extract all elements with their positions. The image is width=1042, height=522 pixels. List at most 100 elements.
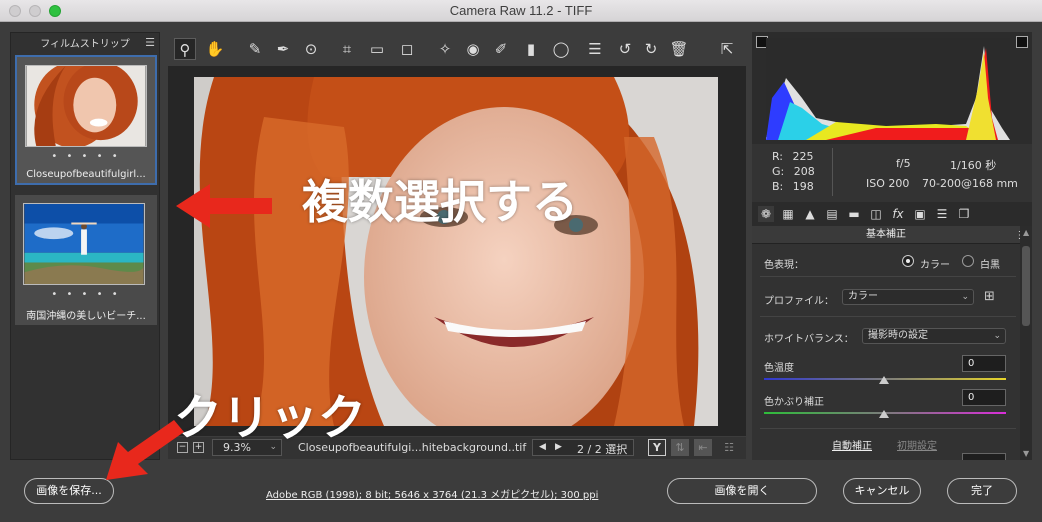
histogram [752, 32, 1032, 144]
chevron-down-icon: ⌄ [961, 292, 969, 302]
selection-count: 2 / 2 選択 [577, 443, 628, 456]
profile-browser-icon[interactable]: ⊞ [984, 288, 1002, 306]
tab-basic-icon[interactable]: ❁ [758, 206, 774, 222]
filmstrip-menu-icon[interactable]: ☰ [145, 36, 155, 49]
delete-icon[interactable]: 🗑 [668, 38, 690, 60]
auto-link[interactable]: 自動補正 [832, 437, 872, 452]
tab-split-toning-icon[interactable]: ▬ [846, 206, 862, 222]
highlight-clipping-toggle[interactable] [1016, 36, 1028, 48]
hand-tool-icon[interactable]: ✋ [204, 38, 226, 60]
radial-filter-icon[interactable]: ◯ [550, 38, 572, 60]
preview-photo [194, 77, 718, 426]
swap-settings-icon[interactable]: ⇅ [671, 439, 689, 456]
tab-lens-icon[interactable]: ◫ [868, 206, 884, 222]
temperature-slider-knob[interactable] [879, 376, 889, 384]
filmstrip-header: フィルムストリップ ☰ [11, 33, 159, 51]
tab-detail-icon[interactable]: ▲ [802, 206, 818, 222]
filmstrip-item-portrait[interactable]: • • • • • Closeupofbeautifulgirl... [15, 55, 157, 185]
scrollbar-thumb[interactable] [1022, 246, 1030, 326]
divider [760, 428, 1016, 429]
done-button[interactable]: 完了 [947, 478, 1017, 504]
crop-tool-icon[interactable]: ⌗ [336, 38, 358, 60]
adjustment-brush-icon[interactable]: ✐ [490, 38, 512, 60]
adjustments-panel: R: 225 G: 208 B: 198 f/5 1/160 秒 ISO 200… [752, 32, 1032, 460]
default-link[interactable]: 初期設定 [897, 437, 937, 452]
graduated-filter-icon[interactable]: ▮ [520, 38, 542, 60]
rotate-right-icon[interactable]: ↻ [640, 38, 662, 60]
spot-removal-icon[interactable]: ✧ [434, 38, 456, 60]
info-divider [832, 148, 833, 196]
panel-scrollbar[interactable]: ▲ ▼ [1020, 226, 1032, 460]
filmstrip-item-name: Closeupofbeautifulgirl... [26, 169, 146, 180]
white-balance-tool-icon[interactable]: ✎ [244, 38, 266, 60]
tab-hsl-icon[interactable]: ▤ [824, 206, 840, 222]
tab-presets-icon[interactable]: ☰ [934, 206, 950, 222]
preview-settings-icon[interactable]: ☷ [720, 439, 738, 456]
profile-dropdown[interactable]: カラー ⌄ [842, 289, 974, 305]
white-balance-label: ホワイトバランス： [764, 334, 854, 345]
bw-radio[interactable] [962, 255, 974, 267]
tab-tone-curve-icon[interactable]: ▦ [780, 206, 796, 222]
panel-title: 基本補正 [752, 226, 1020, 244]
b-label: B: [772, 180, 784, 193]
filmstrip-item-name: 南国沖縄の美しいビーチ... [26, 311, 146, 322]
filmstrip-title: フィルムストリップ [40, 38, 130, 50]
divider [760, 276, 1016, 277]
histogram-graph [766, 38, 1010, 140]
rating-dots[interactable]: • • • • • [17, 151, 155, 162]
tab-calibration-icon[interactable]: ▣ [912, 206, 928, 222]
tint-slider-knob[interactable] [879, 410, 889, 418]
r-value: 225 [792, 150, 814, 163]
portrait-thumbnail [25, 65, 147, 147]
treatment-label: 色表現： [764, 260, 804, 271]
window-title: Camera Raw 11.2 - TIFF [449, 3, 593, 18]
tint-input[interactable]: 0 [962, 389, 1006, 406]
straighten-tool-icon[interactable]: ▭ [366, 38, 388, 60]
chevron-down-icon: ⌄ [993, 331, 1001, 341]
lens-focal: 70-200@168 mm [922, 177, 1018, 190]
tint-label: 色かぶり補正 [764, 397, 824, 408]
beach-thumbnail [23, 203, 145, 285]
scroll-up-icon[interactable]: ▲ [1023, 228, 1029, 237]
tab-snapshots-icon[interactable]: ❐ [956, 206, 972, 222]
g-value: 208 [793, 165, 815, 178]
g-label: G: [772, 165, 785, 178]
targeted-adjustment-icon[interactable]: ⊙ [300, 38, 322, 60]
scroll-down-icon[interactable]: ▼ [1023, 449, 1029, 458]
shutter-speed: 1/160 秒 [950, 159, 997, 172]
color-sampler-tool-icon[interactable]: ✒ [272, 38, 294, 60]
zoom-tool-icon[interactable]: ⚲ [174, 38, 196, 60]
open-image-button[interactable]: 画像を開く [667, 478, 817, 504]
rating-dots[interactable]: • • • • • [15, 289, 157, 300]
full-screen-icon[interactable]: ⇱ [716, 38, 738, 60]
exposure-input[interactable] [962, 453, 1006, 460]
red-eye-icon[interactable]: ◉ [462, 38, 484, 60]
tab-effects-icon[interactable]: fx [890, 206, 906, 222]
divider [760, 316, 1016, 317]
copy-settings-icon[interactable]: ⇤ [694, 439, 712, 456]
workflow-options-link[interactable]: Adobe RGB (1998); 8 bit; 5646 x 3764 (21… [266, 486, 598, 501]
preferences-icon[interactable]: ☰ [584, 38, 606, 60]
r-label: R: [772, 150, 784, 163]
before-after-toggle[interactable]: Y [648, 439, 666, 456]
next-image-icon[interactable]: ▶ [555, 442, 562, 452]
pixel-info: R: 225 G: 208 B: 198 f/5 1/160 秒 ISO 200… [752, 144, 1032, 202]
filmstrip-panel: フィルムストリップ ☰ • • • • • Closeupofbeautiful… [10, 32, 160, 460]
save-image-button[interactable]: 画像を保存... [24, 478, 114, 504]
profile-value: カラー [848, 291, 878, 302]
white-balance-value: 撮影時の設定 [868, 330, 928, 341]
filmstrip-item-beach[interactable]: • • • • • 南国沖縄の美しいビーチ... [15, 195, 157, 325]
white-balance-dropdown[interactable]: 撮影時の設定 ⌄ [862, 328, 1006, 344]
title-bar: Camera Raw 11.2 - TIFF [0, 0, 1042, 22]
cancel-button[interactable]: キャンセル [843, 478, 921, 504]
annotation-multi-select: 複数選択する [302, 175, 578, 229]
rotate-left-icon[interactable]: ↺ [614, 38, 636, 60]
panel-tabs: ❁ ▦ ▲ ▤ ▬ ◫ fx ▣ ☰ ❐ [752, 202, 1032, 226]
transform-tool-icon[interactable]: ◻ [396, 38, 418, 60]
temperature-input[interactable]: 0 [962, 355, 1006, 372]
tool-bar: ⚲ ✋ ✎ ✒ ⊙ ⌗ ▭ ◻ ✧ ◉ ✐ ▮ ◯ ☰ ↺ ↻ 🗑 ⇱ [170, 34, 746, 64]
color-radio[interactable] [902, 255, 914, 267]
annotation-arrow-down-left-icon [106, 420, 184, 480]
temperature-label: 色温度 [764, 363, 794, 374]
previous-image-icon[interactable]: ◀ [539, 442, 546, 452]
